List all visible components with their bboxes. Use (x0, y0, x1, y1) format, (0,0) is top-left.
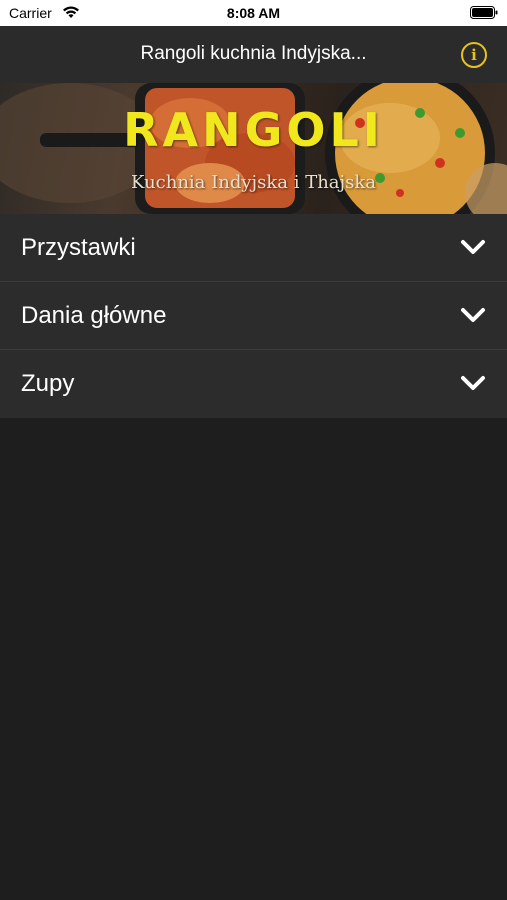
status-time: 8:08 AM (226, 5, 281, 21)
menu-category-przystawki[interactable]: Przystawki (0, 214, 507, 282)
restaurant-logo: RANGOLI (123, 103, 384, 157)
menu-category-dania-glowne[interactable]: Dania główne (0, 282, 507, 350)
info-icon: i (471, 46, 477, 64)
status-bar: Carrier 8:08 AM (0, 0, 507, 26)
menu-category-zupy[interactable]: Zupy (0, 350, 507, 418)
chevron-down-icon (461, 308, 485, 322)
page-title: Rangoli kuchnia Indyjska... (140, 43, 367, 64)
restaurant-banner: RANGOLI Kuchnia Indyjska i Thajska (0, 83, 507, 214)
menu-category-label: Zupy (21, 370, 75, 397)
menu-category-list: Przystawki Dania główne Zupy (0, 214, 507, 418)
chevron-down-icon (461, 376, 485, 390)
chevron-down-icon (461, 240, 485, 254)
battery-icon (470, 6, 498, 19)
menu-category-label: Dania główne (21, 302, 167, 329)
info-button[interactable]: i (461, 42, 487, 68)
navigation-bar: Rangoli kuchnia Indyjska... i (0, 26, 507, 83)
restaurant-tagline: Kuchnia Indyjska i Thajska (131, 172, 376, 193)
menu-category-label: Przystawki (21, 234, 136, 261)
